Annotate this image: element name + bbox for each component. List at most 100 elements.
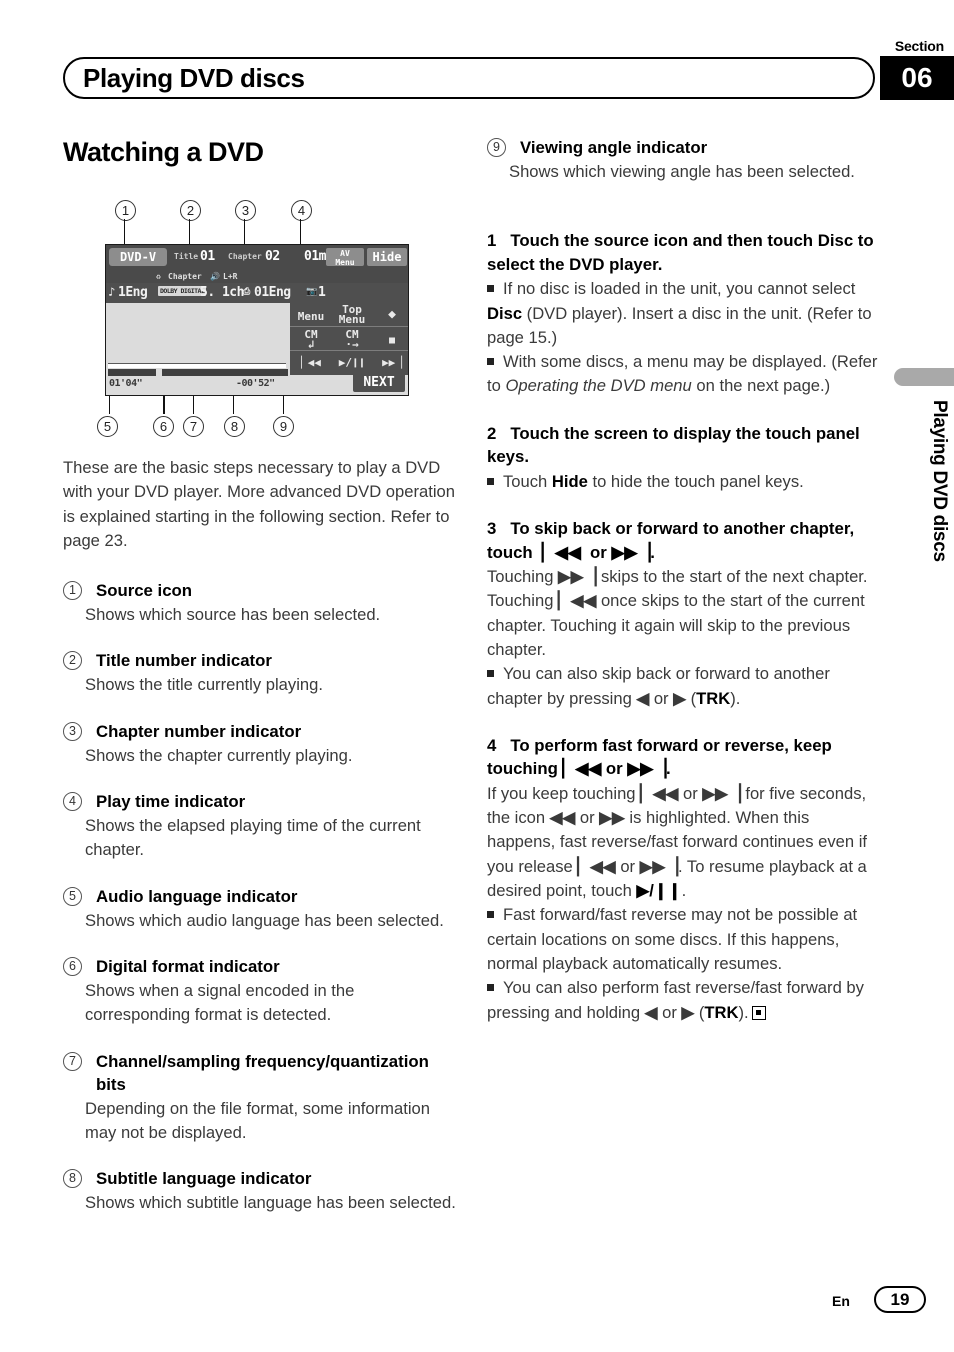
step-3-paren-close: ). [730, 688, 741, 708]
page-header: Section 06 Playing DVD discs [0, 0, 954, 120]
side-tab-marker [894, 368, 954, 386]
callout-item-7: 7 Channel/sampling frequency/quantizatio… [63, 1050, 458, 1146]
step-4-bullet-1: Fast forward/fast reverse may not be pos… [487, 903, 882, 976]
step-4-paren-open: ( [694, 1002, 705, 1022]
step-4-body-8: . [681, 881, 687, 901]
callout-number-9: 9 [487, 138, 506, 157]
figure-spacer [63, 194, 458, 456]
callout-title-9: 9 Viewing angle indicator [487, 136, 882, 159]
callout-item-9: 9 Viewing angle indicator Shows which vi… [487, 136, 882, 184]
step-3: 3 To skip back or forward to another chap… [487, 517, 882, 711]
step-4-body: If you keep touching ▏◀◀ or ▶▶▕ for five… [487, 782, 882, 903]
step-3-body-1: Touching [487, 567, 559, 587]
fast-forward-icon: ▶▶ [599, 808, 625, 828]
callout-desc-7: Depending on the file format, some infor… [85, 1098, 430, 1142]
step-1-bullet-2: With some discs, a menu may be displayed… [487, 350, 882, 399]
step-4-or: or [601, 759, 628, 779]
callout-title-6: 6 Digital format indicator [63, 955, 458, 978]
step-1: 1 Touch the source icon and then touch Di… [487, 229, 882, 398]
callout-label-9: Viewing angle indicator [520, 138, 708, 157]
callout-title-5: 5 Audio language indicator [63, 885, 458, 908]
step-1-bullet-1-part-a: If no disc is loaded in the unit, you ca… [503, 279, 856, 299]
step-3-paren-open: ( [685, 688, 697, 708]
trk-keyword: TRK [704, 1002, 739, 1022]
prev-track-icon: ▏◀◀ [577, 856, 616, 876]
callout-label-7: Channel/sampling frequency/quantization … [96, 1051, 429, 1094]
prev-track-icon: ▏◀◀ [558, 591, 597, 611]
step-3-heading: 3 To skip back or forward to another chap… [487, 517, 882, 564]
callout-number-1: 1 [63, 581, 82, 601]
callout-desc-2: Shows the title currently playing. [85, 675, 323, 695]
callout-title-4: 4 Play time indicator [63, 790, 458, 813]
left-arrow-icon: ◀ [644, 1002, 658, 1022]
callout-label-5: Audio language indicator [96, 886, 298, 906]
callout-number-7: 7 [63, 1051, 82, 1071]
callout-number-5: 5 [63, 886, 82, 906]
callout-item-5: 5 Audio language indicator Shows which a… [63, 885, 458, 933]
next-track-icon: ▶▶▕ [611, 542, 651, 562]
bullet-square-icon [487, 984, 494, 992]
section-heading: Watching a DVD [63, 137, 264, 167]
step-4-bullet-1-text: Fast forward/fast reverse may not be pos… [487, 905, 858, 973]
callout-number-4: 4 [63, 792, 82, 812]
callout-desc-3: Shows the chapter currently playing. [85, 745, 353, 765]
callout-desc-6: Shows when a signal encoded in the corre… [85, 980, 355, 1025]
next-track-icon: ▶▶▕ [639, 856, 678, 876]
bullet-square-icon [487, 285, 494, 293]
callout-title-7: 7 Channel/sampling frequency/quantizatio… [63, 1050, 458, 1096]
step-4-bullet-2: You can also perform fast reverse/fast f… [487, 976, 882, 1025]
right-arrow-icon: ▶ [681, 1002, 695, 1022]
step-4-body-1: If you keep touching [487, 783, 641, 803]
side-tab-label: Playing DVD discs [929, 400, 950, 562]
step-2-bullet-1-part-c: to hide the touch panel keys. [587, 471, 804, 491]
callout-number-8: 8 [63, 1169, 82, 1189]
bullet-square-icon [487, 670, 494, 678]
step-3-number: 3 [487, 519, 497, 539]
step-4-body-2: or [678, 783, 703, 803]
step-3-body: Touching ▶▶▕ skips to the start of the n… [487, 565, 882, 662]
callout-title-3: 3 Chapter number indicator [63, 720, 458, 743]
callout-label-3: Chapter number indicator [96, 721, 302, 741]
next-track-icon: ▶▶▕ [702, 783, 741, 803]
step-1-number: 1 [487, 231, 497, 251]
next-track-icon: ▶▶▕ [627, 759, 667, 779]
section-number-badge: 06 [880, 56, 954, 100]
callout-desc-9: Shows which viewing angle has been selec… [509, 162, 855, 181]
step-4-number: 4 [487, 735, 497, 755]
step-3-or: or [585, 542, 612, 562]
step-1-bullet-1-part-c: (DVD player). Insert a disc in the unit.… [487, 303, 872, 347]
left-column: Watching a DVD These are the basic steps… [63, 136, 458, 1237]
step-2-bullet-1: Touch Hide to hide the touch panel keys. [487, 470, 882, 494]
step-4-text-end: . [666, 759, 671, 779]
step-2-text: Touch the screen to display the touch pa… [487, 423, 860, 467]
step-1-bullet-1: If no disc is loaded in the unit, you ca… [487, 277, 882, 350]
callout-label-1: Source icon [96, 581, 193, 601]
intro-paragraph: These are the basic steps necessary to p… [63, 458, 455, 550]
callout-desc-1: Shows which source has been selected. [85, 605, 381, 625]
step-4: 4 To perform fast forward or reverse, kee… [487, 734, 882, 1025]
left-arrow-icon: ◀ [636, 688, 650, 708]
callout-item-8: 8 Subtitle language indicator Shows whic… [63, 1167, 458, 1215]
callout-label-2: Title number indicator [96, 651, 272, 671]
step-4-body-6: or [615, 856, 640, 876]
callout-item-1: 1 Source icon Shows which source has bee… [63, 579, 458, 627]
fast-reverse-icon: ◀◀ [549, 808, 576, 828]
callout-title-1: 1 Source icon [63, 579, 458, 602]
callout-desc-5: Shows which audio language has been sele… [85, 910, 444, 930]
play-pause-icon: ▶/❙❙ [636, 881, 682, 901]
footer-language: En [832, 1293, 850, 1309]
callout-item-6: 6 Digital format indicator Shows when a … [63, 955, 458, 1028]
callout-label-4: Play time indicator [96, 792, 246, 812]
callout-item-3: 3 Chapter number indicator Shows the cha… [63, 720, 458, 768]
prev-track-icon: ▏◀◀ [562, 759, 602, 779]
callout-item-4: 4 Play time indicator Shows the elapsed … [63, 790, 458, 863]
next-track-icon: ▶▶▕ [558, 567, 597, 587]
step-2-bullet-1-keyword: Hide [551, 471, 588, 491]
section-label: Section [894, 38, 944, 54]
step-4-heading: 4 To perform fast forward or reverse, kee… [487, 734, 882, 781]
callout-item-2: 2 Title number indicator Shows the title… [63, 649, 458, 697]
step-2-bullet-1-part-a: Touch [503, 471, 552, 491]
step-1-bullet-2-reference: Operating the DVD menu [505, 376, 692, 396]
